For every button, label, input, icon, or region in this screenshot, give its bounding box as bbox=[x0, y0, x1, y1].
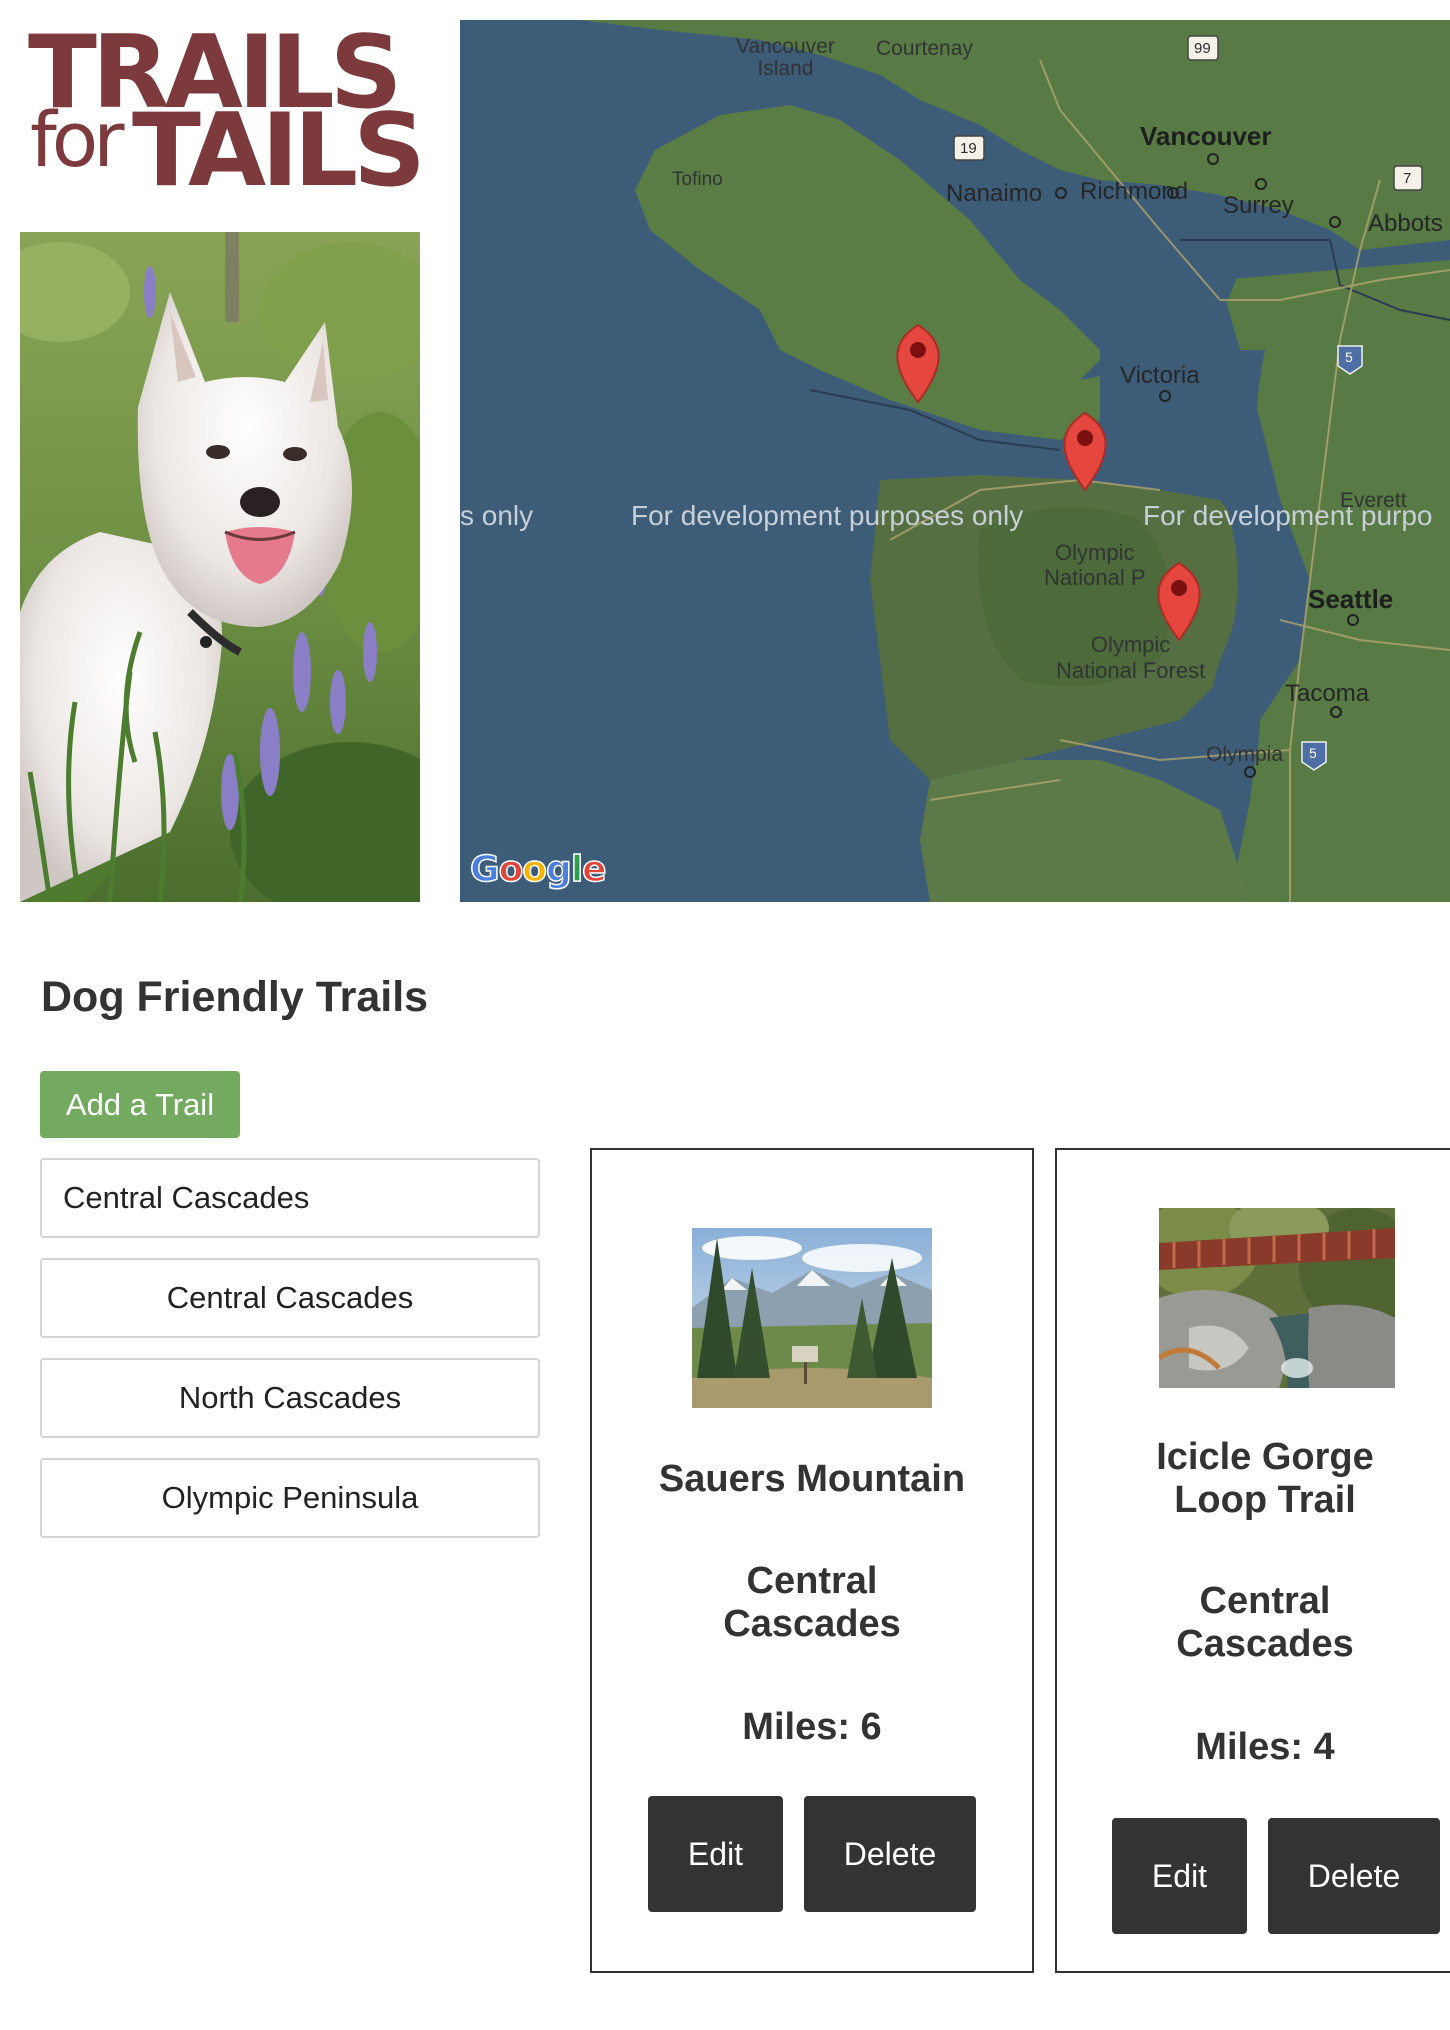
edit-trail-button[interactable]: Edit bbox=[1112, 1818, 1247, 1934]
city-victoria: Victoria bbox=[1120, 362, 1200, 389]
city-richmond: Richmond bbox=[1080, 178, 1189, 205]
trail-region: Central Cascades bbox=[1176, 1580, 1354, 1665]
logo-text-tails: TAILS bbox=[132, 91, 426, 209]
city-tacoma: Tacoma bbox=[1285, 680, 1370, 707]
city-olympic-nf: Olympic National Forest bbox=[1056, 632, 1206, 683]
region-filter-north-cascades[interactable]: North Cascades bbox=[40, 1358, 540, 1438]
city-abbotsford: Abbots bbox=[1368, 210, 1443, 237]
trail-card-sauers-mountain: Sauers Mountain Central Cascades Miles: … bbox=[590, 1148, 1034, 1973]
site-logo[interactable]: TRAILS for TAILS bbox=[28, 22, 426, 201]
google-logo[interactable]: Google bbox=[469, 851, 607, 889]
shield-5b: 5 bbox=[1309, 745, 1317, 761]
add-trail-button[interactable]: Add a Trail bbox=[40, 1071, 240, 1138]
logo-text-for: for bbox=[30, 95, 124, 184]
trail-photo-sauers-mountain bbox=[692, 1228, 932, 1408]
trail-miles: Miles: 4 bbox=[1195, 1726, 1335, 1768]
edit-trail-button[interactable]: Edit bbox=[648, 1796, 783, 1912]
shield-5a: 5 bbox=[1345, 349, 1353, 365]
region-filter-olympic-peninsula[interactable]: Olympic Peninsula bbox=[40, 1458, 540, 1538]
city-courtenay: Courtenay bbox=[876, 37, 973, 60]
city-olympia: Olympia bbox=[1206, 743, 1284, 766]
delete-trail-button[interactable]: Delete bbox=[1268, 1818, 1440, 1934]
map-dev-watermark-center: For development purposes only bbox=[631, 500, 1024, 531]
city-tofino: Tofino bbox=[672, 169, 723, 190]
map-dev-watermark-left: s only bbox=[460, 500, 534, 531]
shield-7: 7 bbox=[1403, 170, 1412, 187]
trail-miles: Miles: 6 bbox=[742, 1706, 882, 1748]
city-nanaimo: Nanaimo bbox=[946, 180, 1043, 207]
trail-name: Sauers Mountain bbox=[658, 1458, 966, 1500]
trail-map[interactable]: 99 19 7 5 5 Vancouver Island Courtenay V… bbox=[460, 20, 1450, 902]
page-title: Dog Friendly Trails bbox=[41, 973, 429, 1021]
shield-19: 19 bbox=[960, 140, 977, 157]
shield-99: 99 bbox=[1194, 40, 1211, 57]
trail-region: Central Cascades bbox=[723, 1560, 901, 1645]
city-vancouver-island: Vancouver Island bbox=[736, 35, 835, 80]
city-vancouver: Vancouver bbox=[1140, 121, 1272, 151]
dog-photo bbox=[20, 232, 420, 902]
city-olympic-np: Olympic National P bbox=[1044, 540, 1146, 590]
delete-trail-button[interactable]: Delete bbox=[804, 1796, 976, 1912]
trail-name: Icicle Gorge Loop Trail bbox=[1156, 1436, 1374, 1521]
city-seattle: Seattle bbox=[1308, 584, 1394, 614]
region-filter-central-cascades[interactable]: Central Cascades bbox=[40, 1258, 540, 1338]
map-dev-watermark-right: For development purpo bbox=[1143, 500, 1433, 531]
trail-photo-icicle-gorge bbox=[1159, 1208, 1395, 1388]
region-filter-central-cascades-selected[interactable]: Central Cascades bbox=[40, 1158, 540, 1238]
trail-card-icicle-gorge: Icicle Gorge Loop Trail Central Cascades… bbox=[1055, 1148, 1450, 1973]
city-surrey: Surrey bbox=[1223, 192, 1294, 219]
